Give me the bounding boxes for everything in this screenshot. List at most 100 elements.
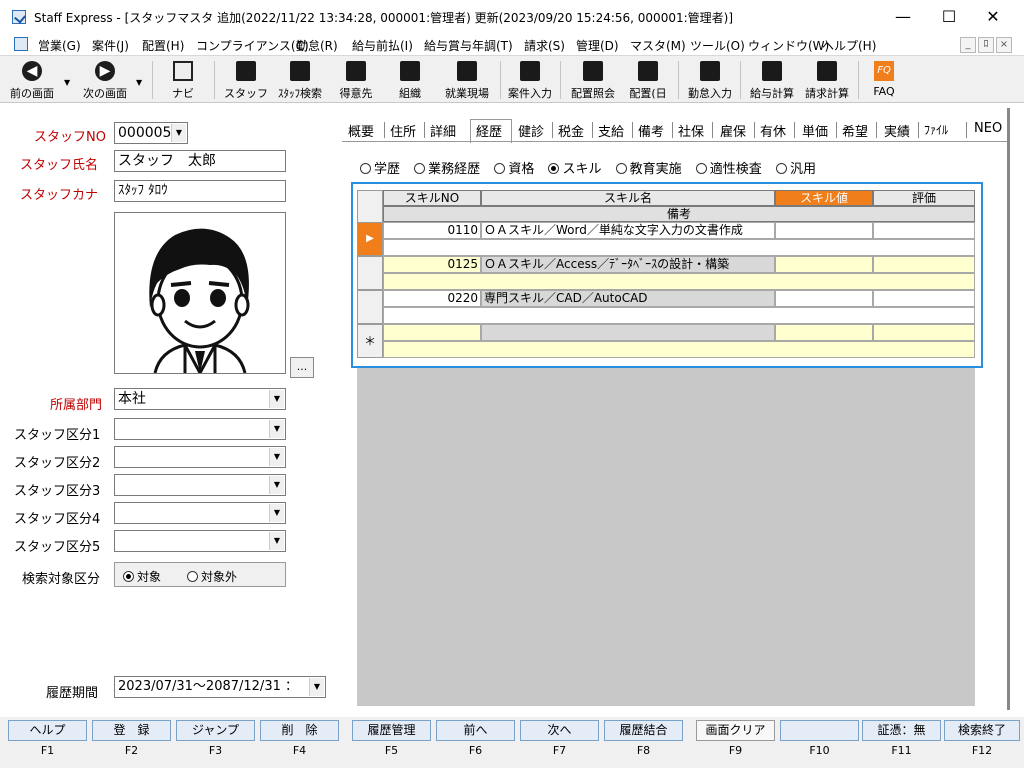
f5-history-button[interactable]: 履歴管理 — [352, 720, 431, 741]
staff-class5-select[interactable]: ▼ — [114, 530, 286, 552]
menu-kyuyo[interactable]: 給与賞与年調(T) — [424, 37, 513, 54]
payroll-button[interactable]: 給与計算 — [746, 58, 798, 102]
row-selector[interactable] — [357, 256, 383, 290]
tab-employment-insurance[interactable]: 雇保 — [720, 121, 746, 140]
placement-query-button[interactable]: 配置照会 — [566, 58, 620, 102]
staff-kana-field[interactable]: ｽﾀｯﾌ ﾀﾛｳ — [114, 180, 286, 202]
tab-checkup[interactable]: 健診 — [518, 121, 544, 140]
f7-next-button[interactable]: 次へ — [520, 720, 599, 741]
worksite-button[interactable]: 就業現場 — [440, 58, 494, 102]
staff-class4-select[interactable]: ▼ — [114, 502, 286, 524]
staff-name-field[interactable]: スタッフ 太郎 — [114, 150, 286, 172]
cell-skill-name[interactable]: ＯＡスキル／Word／単純な文字入力の文書作成 — [481, 222, 775, 239]
back-dropdown-icon[interactable]: ▼ — [64, 78, 70, 87]
cell-skill-no-new[interactable] — [383, 324, 481, 341]
cell-skill-value[interactable] — [775, 290, 873, 307]
staff-no-select[interactable]: 000005 ▼ — [114, 122, 188, 144]
tab-address[interactable]: 住所 — [390, 121, 416, 140]
cell-skill-no[interactable]: 0125 — [383, 256, 481, 273]
staff-button[interactable]: スタッフ — [222, 58, 270, 102]
cell-skill-name[interactable]: 専門スキル／CAD／AutoCAD — [481, 290, 775, 307]
organization-button[interactable]: 組織 — [388, 58, 432, 102]
billing-button[interactable]: 請求計算 — [800, 58, 854, 102]
menu-seikyu[interactable]: 請求(S) — [524, 37, 565, 54]
forward-button[interactable]: ▶ 次の画面 — [76, 58, 134, 102]
header-skill-no[interactable]: スキルNO — [383, 190, 481, 206]
vertical-scrollbar[interactable] — [1007, 108, 1010, 710]
attendance-input-button[interactable]: 勤怠入力 — [684, 58, 736, 102]
cell-skill-name[interactable]: ＯＡスキル／Access／ﾃﾞｰﾀﾍﾞｰｽの設計・構築 — [481, 256, 775, 273]
menu-tool[interactable]: ツール(O) — [690, 37, 745, 54]
tab-social-insurance[interactable]: 社保 — [678, 121, 704, 140]
radio-general[interactable]: 汎用 — [775, 162, 816, 177]
mdi-app-icon[interactable] — [14, 37, 28, 51]
navi-button[interactable]: ナビ — [160, 58, 206, 102]
row-selector-new[interactable]: ＊ — [357, 324, 383, 358]
cell-evaluation[interactable] — [873, 222, 975, 239]
mdi-minimize-button[interactable]: _ — [960, 37, 976, 53]
dept-select[interactable]: 本社 ▼ — [114, 388, 286, 410]
menu-window[interactable]: ウィンドウ(W) — [748, 37, 829, 54]
tab-paid-leave[interactable]: 有休 — [760, 121, 786, 140]
menu-eigyo[interactable]: 営業(G) — [38, 37, 81, 54]
radio-training[interactable]: 教育実施 — [615, 162, 682, 177]
mdi-restore-button[interactable]: ﾛ — [978, 37, 994, 53]
radio-qualification[interactable]: 資格 — [494, 162, 534, 177]
tab-results[interactable]: 実績 — [884, 121, 910, 140]
tab-unit-price[interactable]: 単価 — [802, 121, 828, 140]
cell-evaluation-new[interactable] — [873, 324, 975, 341]
placement-day-button[interactable]: 配置(日 — [624, 58, 672, 102]
search-target-off-radio[interactable]: 対象外 — [187, 568, 237, 585]
row-selector-current[interactable]: ▶ — [357, 222, 383, 256]
cell-skill-no[interactable]: 0110 — [383, 222, 481, 239]
cell-skill-no[interactable]: 0220 — [383, 290, 481, 307]
cell-skill-value[interactable] — [775, 256, 873, 273]
menu-maebarai[interactable]: 給与前払(I) — [352, 37, 413, 54]
header-evaluation[interactable]: 評価 — [873, 190, 975, 206]
menu-haichi[interactable]: 配置(H) — [142, 37, 184, 54]
f10-button[interactable] — [780, 720, 859, 741]
tab-remarks[interactable]: 備考 — [638, 121, 664, 140]
staff-search-button[interactable]: ｽﾀｯﾌ検索 — [272, 58, 328, 102]
tab-file[interactable]: ﾌｧｲﾙ — [924, 121, 948, 138]
staff-class1-select[interactable]: ▼ — [114, 418, 286, 440]
menu-compliance[interactable]: コンプライアンス(C) — [196, 37, 309, 54]
radio-education[interactable]: 学歴 — [360, 162, 400, 177]
tab-career[interactable]: 経歴 — [476, 121, 502, 140]
history-period-select[interactable]: 2023/07/31～2087/12/31 ： ▼ — [114, 676, 326, 698]
f12-search-end-button[interactable]: 検索終了 — [944, 720, 1020, 741]
cell-skill-name-new[interactable] — [481, 324, 775, 341]
menu-kanri[interactable]: 管理(D) — [576, 37, 619, 54]
faq-button[interactable]: FQ FAQ — [864, 58, 904, 102]
f4-delete-button[interactable]: 削 除 — [260, 720, 339, 741]
project-input-button[interactable]: 案件入力 — [504, 58, 556, 102]
staff-class3-select[interactable]: ▼ — [114, 474, 286, 496]
menu-anken[interactable]: 案件(J) — [92, 37, 129, 54]
radio-work-history[interactable]: 業務経歴 — [414, 162, 480, 177]
cell-remarks-new[interactable] — [383, 341, 975, 358]
f1-help-button[interactable]: ヘルプ — [8, 720, 87, 741]
tab-payment[interactable]: 支給 — [598, 121, 624, 140]
menu-kintai[interactable]: 勤怠(R) — [296, 37, 338, 54]
tab-tax[interactable]: 税金 — [558, 121, 584, 140]
photo-browse-button[interactable]: ... — [290, 357, 314, 378]
cell-remarks[interactable] — [383, 307, 975, 324]
cell-remarks[interactable] — [383, 239, 975, 256]
cell-evaluation[interactable] — [873, 256, 975, 273]
menu-master[interactable]: マスタ(M) — [630, 37, 686, 54]
radio-skill[interactable]: スキル — [548, 162, 601, 177]
f8-merge-button[interactable]: 履歴結合 — [604, 720, 683, 741]
cell-remarks[interactable] — [383, 273, 975, 290]
menu-help[interactable]: ヘルプ(H) — [822, 37, 876, 54]
forward-dropdown-icon[interactable]: ▼ — [136, 78, 142, 87]
header-skill-name[interactable]: スキル名 — [481, 190, 775, 206]
tab-overview[interactable]: 概要 — [348, 121, 374, 140]
customer-button[interactable]: 得意先 — [334, 58, 378, 102]
mdi-close-button[interactable]: × — [996, 37, 1012, 53]
f9-clear-button[interactable]: 画面クリア — [696, 720, 775, 741]
tab-wishes[interactable]: 希望 — [842, 121, 868, 140]
tab-detail[interactable]: 詳細 — [430, 121, 456, 140]
header-skill-value[interactable]: スキル値 — [775, 190, 873, 206]
f2-save-button[interactable]: 登 録 — [92, 720, 171, 741]
close-button[interactable]: ✕ — [970, 0, 1016, 33]
